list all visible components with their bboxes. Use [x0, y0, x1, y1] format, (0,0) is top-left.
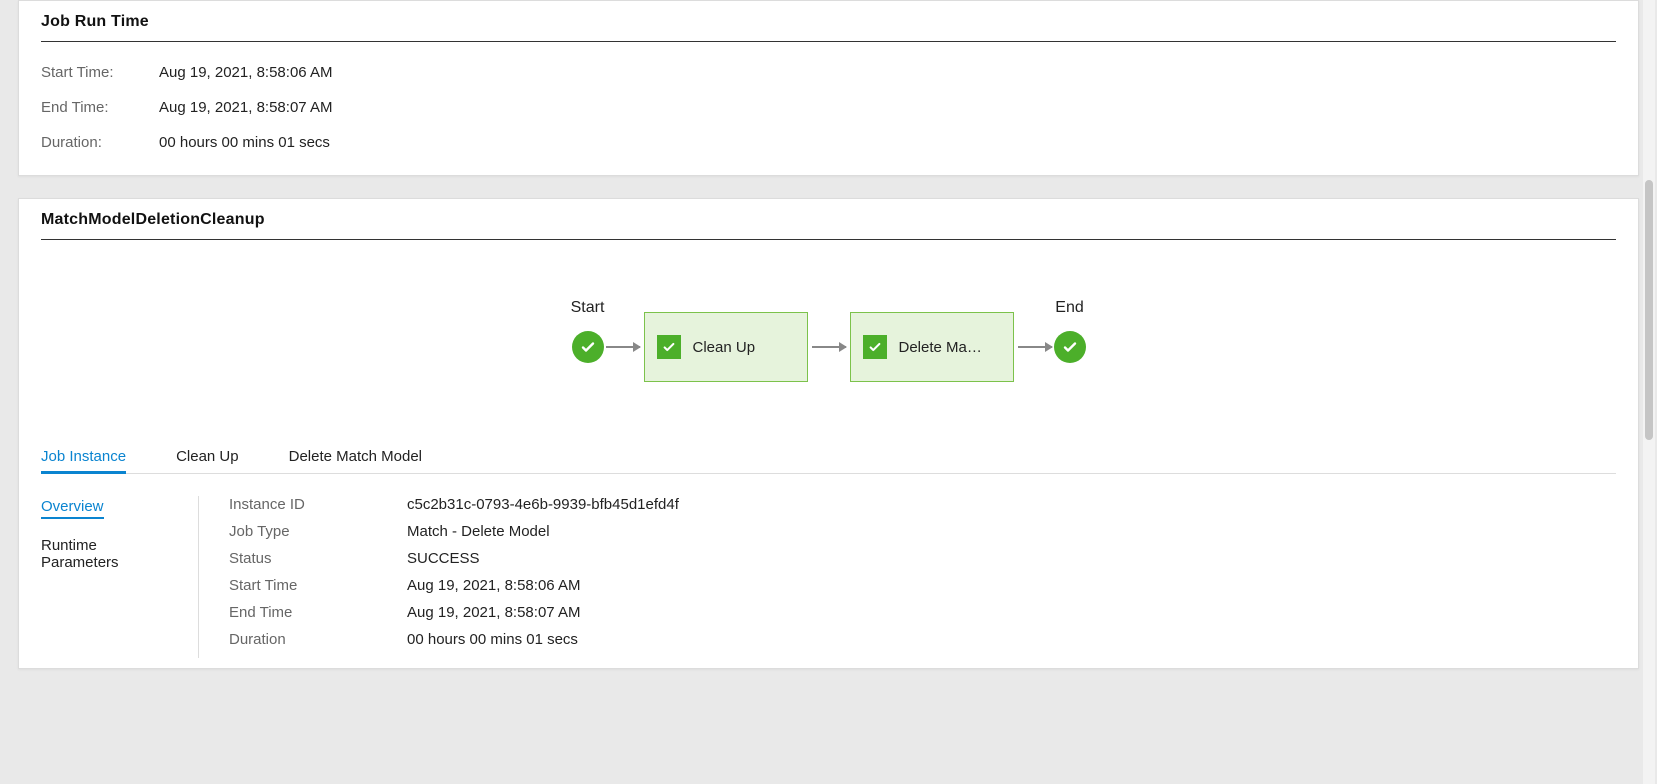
side-nav-overview[interactable]: Overview: [41, 498, 104, 519]
start-time-row: Start Time: Aug 19, 2021, 8:58:06 AM: [41, 64, 1616, 81]
workflow-start-label: Start: [571, 299, 605, 317]
check-square-icon: [657, 335, 681, 359]
workflow-step-label: Clean Up: [693, 339, 756, 356]
label-start-time: Start Time: [229, 577, 407, 594]
label-end-time: End Time: [229, 604, 407, 621]
workflow-start-node[interactable]: Start: [572, 331, 604, 363]
row-status: Status SUCCESS: [229, 550, 1616, 567]
job-run-time-card: Job Run Time Start Time: Aug 19, 2021, 8…: [18, 0, 1639, 176]
check-circle-icon: [572, 331, 604, 363]
side-nav: Overview Runtime Parameters: [41, 496, 199, 658]
check-square-icon: [863, 335, 887, 359]
value-start-time: Aug 19, 2021, 8:58:06 AM: [407, 577, 580, 594]
row-instance-id: Instance ID c5c2b31c-0793-4e6b-9939-bfb4…: [229, 496, 1616, 513]
end-time-row: End Time: Aug 19, 2021, 8:58:07 AM: [41, 99, 1616, 116]
tabs-bar: Job Instance Clean Up Delete Match Model: [41, 442, 1616, 474]
workflow-inner: Start Clean Up: [572, 312, 1086, 382]
arrow-icon: [1018, 346, 1052, 348]
arrow-icon: [812, 346, 846, 348]
workflow-step-clean-up[interactable]: Clean Up: [644, 312, 808, 382]
scrollbar-thumb[interactable]: [1645, 180, 1653, 440]
tab-clean-up[interactable]: Clean Up: [176, 442, 239, 473]
label-status: Status: [229, 550, 407, 567]
vertical-scrollbar[interactable]: [1643, 0, 1655, 784]
start-time-value: Aug 19, 2021, 8:58:06 AM: [159, 64, 332, 81]
detail-area: Overview Runtime Parameters Instance ID …: [41, 496, 1616, 658]
job-run-time-title: Job Run Time: [41, 13, 1616, 42]
workflow-diagram: Start Clean Up: [41, 262, 1616, 442]
label-instance-id: Instance ID: [229, 496, 407, 513]
value-status: SUCCESS: [407, 550, 480, 567]
duration-label: Duration:: [41, 134, 159, 151]
check-circle-icon: [1054, 331, 1086, 363]
start-time-label: Start Time:: [41, 64, 159, 81]
side-nav-runtime-parameters[interactable]: Runtime Parameters: [41, 537, 174, 571]
value-end-time: Aug 19, 2021, 8:58:07 AM: [407, 604, 580, 621]
workflow-step-label: Delete Ma…: [899, 339, 982, 356]
end-time-value: Aug 19, 2021, 8:58:07 AM: [159, 99, 332, 116]
workflow-end-label: End: [1055, 299, 1083, 317]
value-job-type: Match - Delete Model: [407, 523, 550, 540]
value-instance-id: c5c2b31c-0793-4e6b-9939-bfb45d1efd4f: [407, 496, 679, 513]
label-job-type: Job Type: [229, 523, 407, 540]
end-time-label: End Time:: [41, 99, 159, 116]
value-duration: 00 hours 00 mins 01 secs: [407, 631, 578, 648]
tab-job-instance[interactable]: Job Instance: [41, 442, 126, 473]
row-start-time: Start Time Aug 19, 2021, 8:58:06 AM: [229, 577, 1616, 594]
label-duration: Duration: [229, 631, 407, 648]
row-end-time: End Time Aug 19, 2021, 8:58:07 AM: [229, 604, 1616, 621]
arrow-icon: [606, 346, 640, 348]
detail-table: Instance ID c5c2b31c-0793-4e6b-9939-bfb4…: [199, 496, 1616, 658]
row-job-type: Job Type Match - Delete Model: [229, 523, 1616, 540]
duration-value: 00 hours 00 mins 01 secs: [159, 134, 330, 151]
workflow-title: MatchModelDeletionCleanup: [41, 211, 1616, 240]
page-root: Job Run Time Start Time: Aug 19, 2021, 8…: [0, 0, 1657, 669]
workflow-card: MatchModelDeletionCleanup Start Clean Up: [18, 198, 1639, 669]
workflow-step-delete-match-model[interactable]: Delete Ma…: [850, 312, 1014, 382]
tab-delete-match-model[interactable]: Delete Match Model: [289, 442, 422, 473]
duration-row: Duration: 00 hours 00 mins 01 secs: [41, 134, 1616, 151]
row-duration: Duration 00 hours 00 mins 01 secs: [229, 631, 1616, 648]
workflow-end-node[interactable]: End: [1054, 331, 1086, 363]
